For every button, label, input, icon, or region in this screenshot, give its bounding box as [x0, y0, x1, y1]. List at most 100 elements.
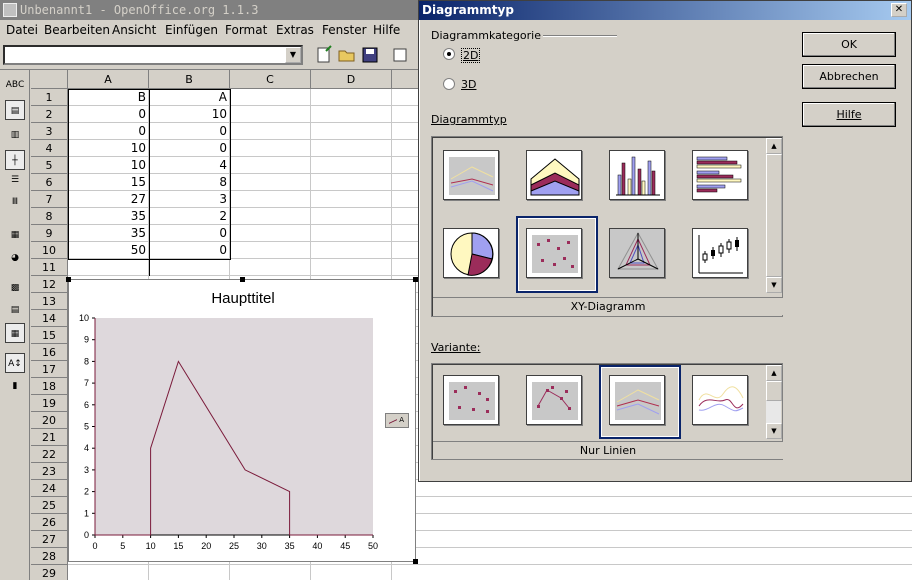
row-header[interactable]: 22	[31, 446, 68, 463]
cubic-spline-icon[interactable]	[692, 375, 748, 425]
row-header[interactable]: 18	[31, 378, 68, 395]
row-header[interactable]: 8	[31, 208, 68, 225]
name-box-input[interactable]	[3, 45, 303, 65]
chart-type-scrollbar[interactable]: ▲ ▼	[765, 138, 782, 293]
chart-legend[interactable]: A	[385, 413, 409, 428]
lines-only-icon[interactable]	[609, 375, 665, 425]
plot-area[interactable]	[95, 318, 373, 535]
scroll-up-icon[interactable]: ▲	[766, 138, 782, 154]
3d-view-icon[interactable]: ▩	[5, 278, 25, 298]
horizontal-grid-icon[interactable]: ☰	[5, 170, 25, 190]
row-header[interactable]: 2	[31, 106, 68, 123]
net-chart-icon[interactable]	[609, 228, 665, 278]
chart-object[interactable]: Haupttitel 0 1 2 3 4 5 6 7 8 9 10 0 5 10 15 20 25 30 35 40 4…	[68, 279, 416, 562]
column-header-b[interactable]: B	[149, 70, 230, 89]
ok-button[interactable]: OK	[802, 32, 896, 57]
edit-file-icon[interactable]	[314, 45, 334, 65]
autoformat-icon[interactable]: ◕	[5, 248, 25, 268]
data-in-rows-icon[interactable]: ▤	[5, 300, 25, 320]
scroll-down-icon[interactable]: ▼	[766, 423, 782, 439]
row-header[interactable]: 3	[31, 123, 68, 140]
row-header[interactable]: 28	[31, 548, 68, 565]
row-header[interactable]: 10	[31, 242, 68, 259]
row-header[interactable]: 15	[31, 327, 68, 344]
menu-fenster[interactable]: Fenster	[322, 23, 367, 37]
menu-extras[interactable]: Extras	[276, 23, 314, 37]
column-header-d[interactable]: D	[311, 70, 392, 89]
dialog-title-bar[interactable]: Diagrammtyp	[419, 1, 911, 20]
help-button[interactable]: Hilfe	[802, 102, 896, 127]
row-header[interactable]: 29	[31, 565, 68, 580]
chart-data-table-icon[interactable]: ▤	[5, 100, 25, 120]
edit-mode-icon[interactable]	[390, 45, 410, 65]
variant-scrollbar[interactable]: ▲ ▼	[765, 365, 782, 439]
spellcheck-icon[interactable]: ABC	[5, 75, 25, 95]
radio-3d[interactable]	[443, 78, 455, 90]
row-header[interactable]: 27	[31, 531, 68, 548]
column-chart-icon[interactable]	[609, 150, 665, 200]
row-header[interactable]: 7	[31, 191, 68, 208]
radio-2d[interactable]	[443, 48, 455, 60]
row-header[interactable]: 20	[31, 412, 68, 429]
row-header[interactable]: 9	[31, 225, 68, 242]
menu-einfuegen[interactable]: Einfügen	[165, 23, 218, 37]
close-icon[interactable]: ✕	[891, 3, 907, 17]
column-header-c[interactable]: C	[230, 70, 311, 89]
scroll-thumb[interactable]	[766, 154, 782, 277]
row-header[interactable]: 1	[31, 89, 68, 106]
row-header[interactable]: 25	[31, 497, 68, 514]
row-header[interactable]: 16	[31, 344, 68, 361]
row-header[interactable]: 17	[31, 361, 68, 378]
y-tick-label: 1	[84, 508, 89, 518]
selection-handle[interactable]	[66, 277, 71, 282]
vertical-grid-icon[interactable]: Ⅲ	[5, 192, 25, 212]
row-header[interactable]: 13	[31, 293, 68, 310]
points-and-lines-icon[interactable]	[526, 375, 582, 425]
area-chart-icon[interactable]	[526, 150, 582, 200]
row-header[interactable]: 14	[31, 310, 68, 327]
line-chart-icon[interactable]	[443, 150, 499, 200]
menu-bearbeiten[interactable]: Bearbeiten	[44, 23, 110, 37]
row-header[interactable]: 23	[31, 463, 68, 480]
series-options-icon[interactable]: ▮	[5, 376, 25, 396]
row-header[interactable]: 19	[31, 395, 68, 412]
row-header[interactable]: 5	[31, 157, 68, 174]
menu-format[interactable]: Format	[225, 23, 267, 37]
row-header[interactable]: 26	[31, 514, 68, 531]
row-header[interactable]: 6	[31, 174, 68, 191]
scroll-up-icon[interactable]: ▲	[766, 365, 782, 381]
chart-abc-icon[interactable]: ▥	[5, 125, 25, 145]
row-header[interactable]: 4	[31, 140, 68, 157]
menu-ansicht[interactable]: Ansicht	[112, 23, 156, 37]
xy-chart-icon[interactable]	[526, 228, 582, 278]
row-header[interactable]: 11	[31, 259, 68, 276]
row-header[interactable]: 12	[31, 276, 68, 293]
chart-type-icon[interactable]: ▦	[5, 225, 25, 245]
chart-svg[interactable]: Haupttitel 0123456789100 5 10 15 20 25 30 35 40 4…	[69, 280, 417, 563]
row-header[interactable]: 24	[31, 480, 68, 497]
corner-cell[interactable]	[31, 70, 68, 89]
column-header-a[interactable]: A	[68, 70, 149, 89]
radio-3d-label[interactable]: 3D	[461, 78, 476, 91]
cancel-button[interactable]: Abbrechen	[802, 64, 896, 89]
bar-chart-icon[interactable]	[692, 150, 748, 200]
scroll-thumb[interactable]	[766, 381, 782, 401]
pie-chart-icon[interactable]	[443, 228, 499, 278]
selection-handle[interactable]	[413, 559, 418, 564]
stock-chart-icon[interactable]	[692, 228, 748, 278]
data-in-columns-icon[interactable]: ▦	[5, 323, 25, 343]
axes-icon[interactable]: ┼	[5, 150, 25, 170]
scroll-down-icon[interactable]: ▼	[766, 277, 782, 293]
open-folder-icon[interactable]	[337, 45, 357, 65]
selection-handle[interactable]	[240, 277, 245, 282]
chart-title[interactable]: Haupttitel	[211, 290, 274, 307]
name-box-dropdown-icon[interactable]: ▼	[285, 47, 301, 63]
app-icon	[3, 3, 17, 17]
menu-hilfe[interactable]: Hilfe	[373, 23, 400, 37]
scale-text-icon[interactable]: A↕	[5, 353, 25, 373]
menu-datei[interactable]: Datei	[6, 23, 38, 37]
radio-2d-label[interactable]: 2D	[461, 48, 481, 63]
save-icon[interactable]	[360, 45, 380, 65]
points-only-icon[interactable]	[443, 375, 499, 425]
row-header[interactable]: 21	[31, 429, 68, 446]
